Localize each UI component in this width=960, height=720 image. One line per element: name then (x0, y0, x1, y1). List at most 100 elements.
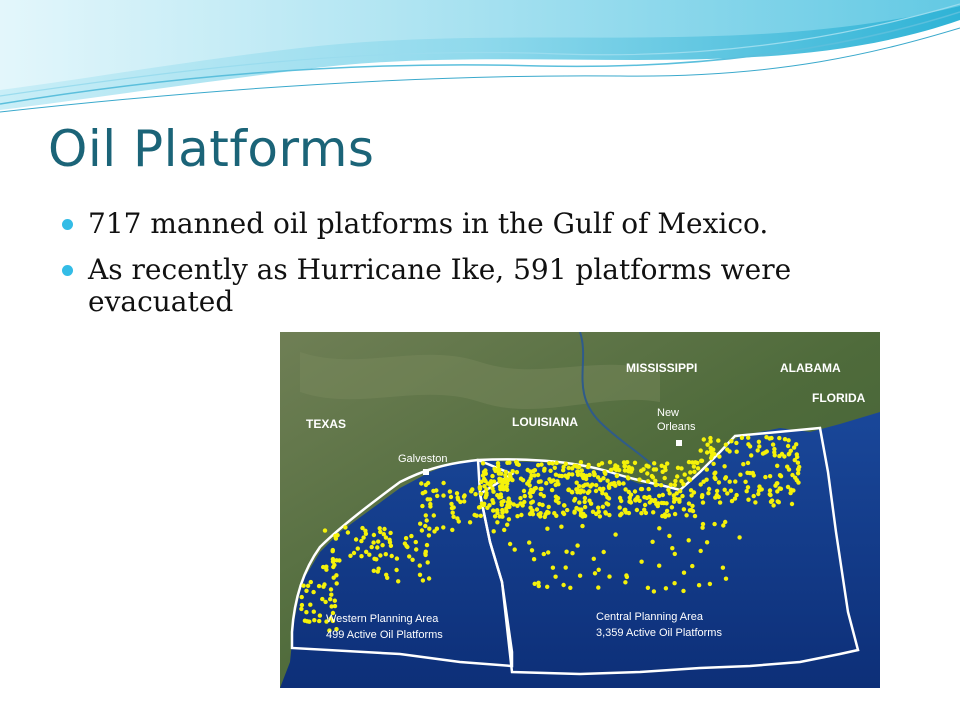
platform-dot (510, 469, 515, 474)
platform-dot (582, 504, 588, 510)
state-label-louisiana: LOUISIANA (512, 415, 578, 429)
bullet-text: As recently as Hurricane Ike, 591 platfo… (88, 253, 792, 318)
platform-dot (672, 511, 678, 517)
platform-dot (505, 487, 510, 492)
platform-dot (423, 552, 428, 558)
platform-dot (503, 469, 509, 475)
platform-dot (596, 585, 601, 590)
platform-dot (480, 461, 486, 466)
platform-dot (483, 478, 488, 484)
platform-dot (308, 579, 313, 585)
platform-dot (556, 482, 561, 487)
platform-dot (678, 489, 683, 494)
platform-dot (508, 501, 513, 506)
platform-dot (723, 475, 729, 480)
platform-dot (322, 528, 328, 533)
platform-dot (331, 564, 336, 570)
platform-dot (492, 466, 497, 472)
platform-dot (619, 498, 624, 504)
platform-dot (394, 567, 399, 573)
platform-dot (328, 587, 334, 592)
platform-dot (530, 499, 535, 504)
platform-dot (575, 490, 580, 495)
slide-title: Oil Platforms (48, 120, 375, 178)
platform-dot (704, 540, 710, 545)
central-area-count: 3,359 Active Oil Platforms (596, 627, 722, 639)
platform-dot (380, 543, 385, 548)
platform-dot (552, 465, 557, 470)
platform-dot (383, 552, 388, 557)
platform-dot (417, 563, 422, 568)
platform-dot (331, 575, 336, 580)
platform-dot (418, 521, 423, 526)
platform-dot (495, 520, 500, 525)
platform-dot (305, 583, 311, 588)
platform-dot (447, 489, 453, 494)
platform-dot (795, 471, 801, 476)
platform-dot (450, 510, 455, 515)
platform-dot (561, 582, 566, 588)
platform-dot (311, 589, 316, 595)
platform-dot (574, 480, 579, 485)
platform-dot (423, 523, 428, 529)
platform-dot (455, 516, 460, 521)
platform-dot (597, 514, 603, 519)
platform-dot (716, 438, 721, 443)
platform-dot (757, 444, 762, 449)
platform-dot (679, 479, 684, 484)
platform-dot (499, 471, 504, 476)
platform-dot (634, 507, 640, 513)
platform-dot (324, 567, 329, 572)
bullet-item: 717 manned oil platforms in the Gulf of … (60, 208, 900, 240)
platform-dot (423, 482, 429, 488)
platform-dot (575, 469, 580, 474)
platform-dot (717, 500, 723, 505)
platform-dot (681, 588, 686, 594)
platform-dot (561, 468, 566, 473)
platform-dot (653, 467, 659, 472)
platform-dot (711, 461, 716, 466)
platform-dot (777, 435, 782, 441)
platform-dot (333, 536, 339, 541)
platform-dot (600, 504, 606, 509)
platform-dot (304, 610, 309, 615)
platform-dot (529, 509, 534, 515)
platform-dot (733, 479, 738, 484)
state-label-texas: TEXAS (306, 417, 346, 431)
platform-dot (520, 478, 526, 483)
platform-dot (653, 482, 658, 488)
platform-dot (605, 478, 610, 483)
platform-dot (639, 486, 645, 492)
platform-dot (462, 499, 467, 504)
platform-dot (700, 493, 705, 498)
platform-dot (596, 505, 601, 510)
platform-dot (595, 475, 601, 480)
western-area-count: 499 Active Oil Platforms (326, 629, 443, 641)
platform-dot (496, 463, 501, 468)
bullet-dot-icon (62, 219, 73, 230)
platform-dot (426, 576, 432, 581)
platform-dot (424, 518, 429, 523)
platform-dot (617, 505, 622, 510)
platform-dot (383, 535, 389, 540)
gulf-platform-map: TEXAS LOUISIANA MISSISSIPPI ALABAMA FLOR… (280, 332, 880, 688)
platform-dot (417, 572, 423, 577)
platform-dot (384, 572, 389, 577)
platform-dot (555, 496, 561, 501)
platform-dot (672, 482, 678, 488)
platform-dot (613, 483, 618, 488)
platform-dot (525, 467, 530, 473)
platform-dot (387, 537, 392, 542)
platform-dot (351, 550, 357, 556)
platform-dot (790, 472, 795, 478)
platform-dot (725, 447, 730, 452)
platform-dot (532, 581, 537, 586)
platform-dot (625, 460, 630, 465)
platform-dot (428, 504, 433, 509)
platform-dot (337, 558, 342, 563)
platform-dot (545, 584, 550, 589)
platform-dot (483, 495, 488, 500)
platform-dot (713, 476, 718, 482)
platform-dot (514, 470, 520, 475)
platform-dot (581, 484, 586, 489)
